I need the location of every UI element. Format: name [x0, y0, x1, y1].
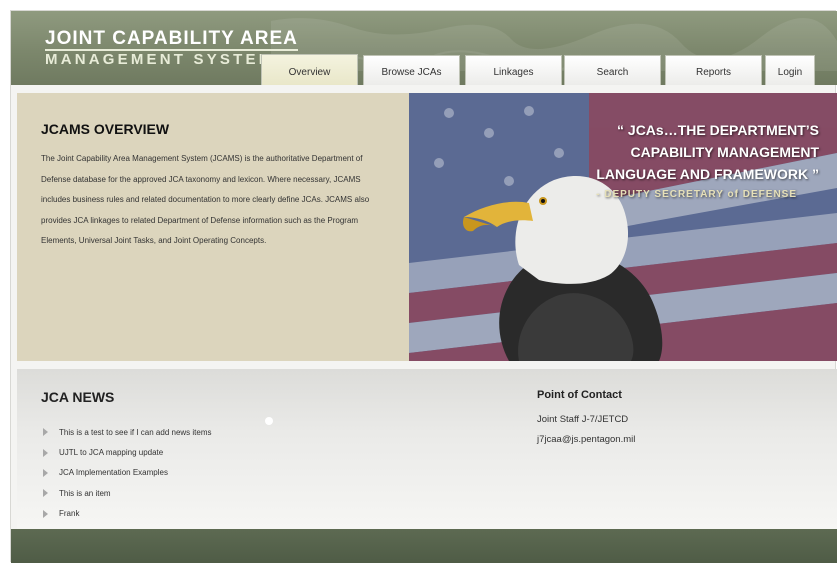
news-item-label[interactable]: Frank [59, 509, 79, 518]
tab-overview[interactable]: Overview [261, 54, 358, 85]
tab-reports[interactable]: Reports [665, 55, 762, 85]
news-section: JCA NEWS This is a test to see if I can … [17, 369, 837, 529]
bullet-arrow-icon [43, 448, 48, 457]
news-item[interactable]: This is a test to see if I can add news … [43, 422, 212, 442]
point-of-contact: Point of Contact Joint Staff J-7/JETCD j… [537, 389, 635, 445]
news-item-label[interactable]: This is an item [59, 489, 111, 498]
news-item-label[interactable]: JCA Implementation Examples [59, 468, 168, 477]
news-title: JCA NEWS [41, 389, 115, 405]
bullet-arrow-icon [43, 509, 48, 518]
news-item-label[interactable]: This is a test to see if I can add news … [59, 428, 212, 437]
quote-line-2: CAPABILITY MANAGEMENT [630, 144, 819, 160]
tab-browse-jcas[interactable]: Browse JCAs [363, 55, 460, 85]
contact-title: Point of Contact [537, 389, 622, 401]
bullet-arrow-icon [43, 489, 48, 498]
contact-email[interactable]: j7jcaa@js.pentagon.mil [537, 434, 635, 445]
news-item[interactable]: Frank [43, 504, 212, 524]
decorative-dot [265, 417, 273, 425]
hero-quote: “ JCAs…THE DEPARTMENT’S CAPABILITY MANAG… [596, 119, 819, 205]
news-list: This is a test to see if I can add news … [43, 422, 212, 524]
news-item-label[interactable]: UJTL to JCA mapping update [59, 448, 163, 457]
logo-title: JOINT CAPABILITY AREA [45, 28, 298, 49]
logo-subtitle: MANAGEMENT SYSTEM [45, 49, 298, 69]
tab-search[interactable]: Search [564, 55, 661, 85]
quote-attribution: - DEPUTY SECRETARY of DEFENSE [596, 189, 797, 200]
site-footer [11, 529, 837, 563]
contact-org: Joint Staff J-7/JETCD [537, 414, 629, 425]
news-item[interactable]: This is an item [43, 483, 212, 503]
quote-line-3: LANGUAGE AND FRAMEWORK ” [596, 166, 819, 182]
quote-line-1: “ JCAs…THE DEPARTMENT’S [617, 122, 819, 138]
site-logo[interactable]: JOINT CAPABILITY AREA MANAGEMENT SYSTEM [45, 28, 298, 69]
hero-banner: “ JCAs…THE DEPARTMENT’S CAPABILITY MANAG… [409, 93, 837, 361]
site-header: JOINT CAPABILITY AREA MANAGEMENT SYSTEM … [11, 11, 837, 85]
page-frame: JOINT CAPABILITY AREA MANAGEMENT SYSTEM … [10, 10, 837, 563]
overview-body: The Joint Capability Area Management Sys… [41, 154, 370, 246]
news-item[interactable]: JCA Implementation Examples [43, 463, 212, 483]
tab-login[interactable]: Login [765, 55, 815, 85]
news-item[interactable]: UJTL to JCA mapping update [43, 442, 212, 462]
tab-linkages[interactable]: Linkages [465, 55, 562, 85]
overview-panel: JCAMS OVERVIEW The Joint Capability Area… [17, 93, 409, 361]
overview-title: JCAMS OVERVIEW [41, 121, 170, 137]
bullet-arrow-icon [43, 468, 48, 477]
bullet-arrow-icon [43, 428, 48, 437]
